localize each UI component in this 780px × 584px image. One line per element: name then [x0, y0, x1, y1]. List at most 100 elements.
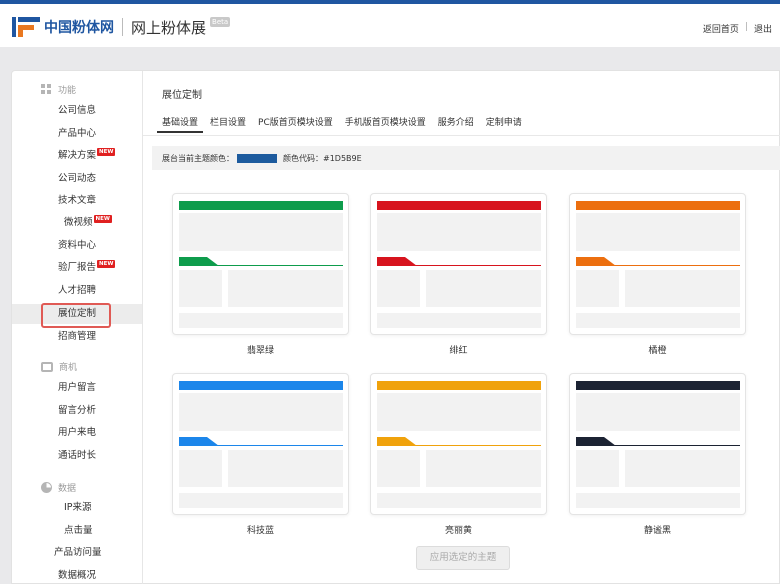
beta-badge: Beta: [210, 17, 231, 27]
preview-block: [625, 270, 740, 307]
sidebar-item-solutions[interactable]: 解决方案 NEW: [12, 146, 142, 166]
color-code-label: 颜色代码：: [283, 153, 323, 163]
preview-block: [576, 450, 619, 487]
grid-icon: [41, 84, 52, 95]
theme-header-bar: [576, 201, 740, 210]
logo-text: 中国粉体网: [44, 20, 114, 36]
preview-block: [576, 270, 619, 307]
tab-column-settings[interactable]: 栏目设置: [205, 116, 251, 136]
sidebar-item-investment[interactable]: 招商管理: [12, 327, 142, 347]
preview-block: [426, 270, 541, 307]
sidebar-item-product-visits[interactable]: 产品访问量: [12, 543, 142, 563]
preview-block: [377, 313, 541, 328]
new-badge: NEW: [97, 148, 116, 156]
preview-block: [228, 450, 343, 487]
theme-card-quiet-black[interactable]: [569, 373, 746, 515]
theme-name-label: 橘橙: [648, 346, 667, 356]
group-label: 商机: [59, 363, 78, 373]
sidebar-item-products[interactable]: 产品中心: [12, 124, 142, 144]
preview-block: [179, 313, 343, 328]
sidebar-item-articles[interactable]: 技术文章: [12, 191, 142, 211]
theme-name-label: 翡翠绿: [246, 346, 274, 356]
theme-card-orange[interactable]: [569, 193, 746, 335]
theme-name-label: 绯红: [449, 346, 468, 356]
preview-block: [426, 450, 541, 487]
theme-underline: [576, 445, 740, 446]
header: 中国粉体网 网上粉体展 Beta 返回首页 | 退出: [0, 4, 780, 47]
new-badge: NEW: [93, 215, 112, 223]
pie-chart-icon: [41, 482, 52, 493]
theme-card-tech-blue[interactable]: [172, 373, 349, 515]
sidebar-item-videos[interactable]: 微视频 NEW: [12, 213, 142, 233]
theme-name-label: 科技蓝: [246, 526, 274, 536]
sidebar-item-call-duration[interactable]: 通话时长: [12, 446, 142, 466]
tab-basic-settings[interactable]: 基础设置: [157, 116, 204, 136]
current-color-swatch: [237, 153, 277, 163]
preview-block: [179, 270, 222, 307]
sidebar-item-company-news[interactable]: 公司动态: [12, 169, 142, 189]
current-theme-bar: 展台当前主题颜色： 颜色代码： #1D5B9E: [152, 146, 780, 170]
group-label: 功能: [58, 86, 77, 96]
theme-name-label: 静谧黑: [643, 526, 671, 536]
theme-card-crimson[interactable]: [370, 193, 547, 335]
preview-block: [179, 493, 343, 508]
tab-custom-request[interactable]: 定制申请: [481, 116, 527, 136]
logo-icon: [12, 15, 42, 39]
preview-block: [179, 393, 343, 431]
sidebar-item-user-calls[interactable]: 用户来电: [12, 423, 142, 443]
highlight-box: [41, 303, 111, 328]
logout-link[interactable]: 退出: [754, 22, 772, 35]
home-link[interactable]: 返回首页: [703, 22, 739, 35]
tab-divider: [143, 135, 780, 136]
sidebar-item-resources[interactable]: 资料中心: [12, 236, 142, 256]
theme-header-bar: [576, 381, 740, 390]
preview-block: [377, 270, 420, 307]
tab-pc-home-modules[interactable]: PC版首页模块设置: [253, 116, 338, 136]
preview-block: [576, 393, 740, 431]
theme-header-bar: [179, 201, 343, 210]
sidebar-item-ip-source[interactable]: IP来源: [12, 498, 142, 518]
preview-block: [179, 450, 222, 487]
theme-header-bar: [377, 381, 541, 390]
sidebar-item-message-analysis[interactable]: 留言分析: [12, 401, 142, 421]
apply-theme-button[interactable]: 应用选定的主题: [416, 546, 510, 570]
theme-name-label: 亮丽黄: [444, 526, 472, 536]
preview-block: [179, 213, 343, 251]
sidebar-item-user-messages[interactable]: 用户留言: [12, 378, 142, 398]
tab-mobile-home-modules[interactable]: 手机版首页模块设置: [340, 116, 431, 136]
tab-bar: 基础设置 栏目设置 PC版首页模块设置 手机版首页模块设置 服务介绍 定制申请: [157, 116, 529, 136]
sidebar-item-company-info[interactable]: 公司信息: [12, 101, 142, 121]
theme-card-emerald-green[interactable]: [172, 193, 349, 335]
theme-header-bar: [377, 201, 541, 210]
sidebar-item-data-overview[interactable]: 数据概况: [12, 566, 142, 584]
preview-block: [377, 213, 541, 251]
theme-underline: [179, 445, 343, 446]
preview-block: [625, 450, 740, 487]
header-links: 返回首页 | 退出: [703, 22, 772, 35]
page-title: 展位定制: [162, 90, 202, 101]
site-subtitle: 网上粉体展: [131, 18, 207, 37]
preview-block: [576, 313, 740, 328]
preview-block: [377, 450, 420, 487]
theme-underline: [377, 445, 541, 446]
logo[interactable]: 中国粉体网 网上粉体展 Beta: [12, 14, 231, 40]
theme-header-bar: [179, 381, 343, 390]
logo-divider: [122, 18, 123, 36]
preview-block: [576, 213, 740, 251]
theme-card-bright-yellow[interactable]: [370, 373, 547, 515]
preview-block: [377, 493, 541, 508]
new-badge: NEW: [97, 260, 116, 268]
sidebar-item-recruitment[interactable]: 人才招聘: [12, 281, 142, 301]
sidebar-item-clicks[interactable]: 点击量: [12, 521, 142, 541]
sidebar-item-factory-report[interactable]: 验厂报告 NEW: [12, 258, 142, 278]
color-code-value: #1D5B9E: [323, 153, 362, 163]
theme-underline: [377, 265, 541, 266]
preview-block: [377, 393, 541, 431]
link-separator: |: [744, 22, 748, 32]
tray-icon: [41, 361, 53, 372]
tab-service-intro[interactable]: 服务介绍: [433, 116, 479, 136]
sidebar-group-function: 功能: [41, 83, 76, 96]
theme-underline: [179, 265, 343, 266]
preview-block: [228, 270, 343, 307]
sidebar-group-data: 数据: [41, 481, 76, 494]
